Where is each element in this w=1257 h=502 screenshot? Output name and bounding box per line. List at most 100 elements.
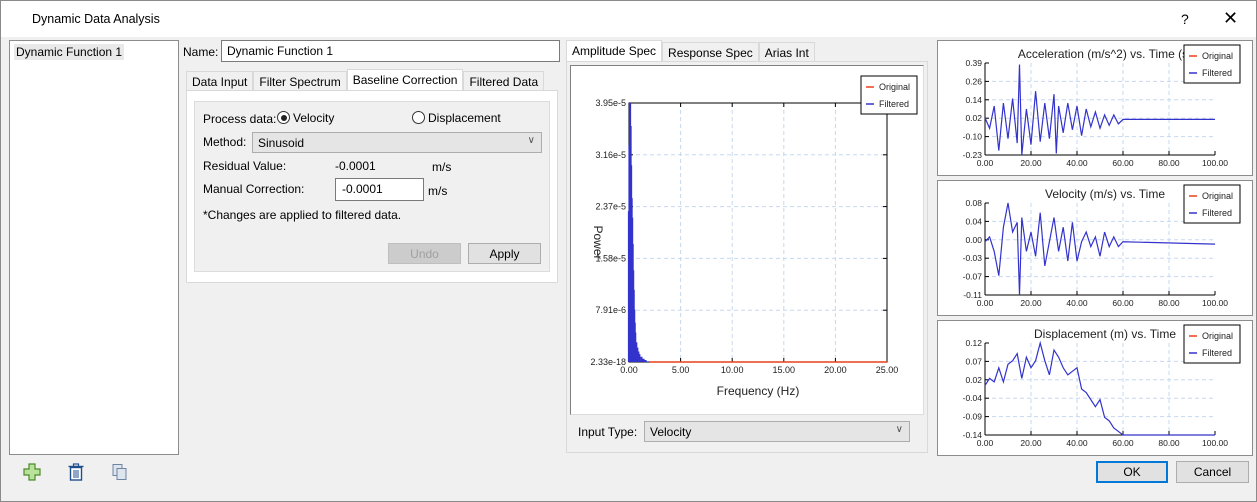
close-button[interactable]: ✕ — [1223, 8, 1238, 29]
x-tick-label: 20.00 — [824, 365, 847, 375]
x-tick-label: 100.00 — [1202, 438, 1228, 448]
window-title: Dynamic Data Analysis — [32, 12, 160, 26]
y-tick-label: -0.23 — [963, 150, 983, 160]
x-tick-label: 25.00 — [876, 365, 899, 375]
legend-label-filtered: Filtered — [879, 99, 909, 109]
x-tick-label: 80.00 — [1158, 438, 1180, 448]
undo-button[interactable]: Undo — [388, 243, 461, 264]
input-type-label: Input Type: — [578, 425, 638, 439]
velocity-radio[interactable]: Velocity — [277, 111, 334, 125]
radio-checked-icon — [277, 111, 290, 124]
manual-correction-unit: m/s — [428, 184, 448, 198]
y-tick-label: -0.04 — [963, 393, 983, 403]
spectrum-tabs: Amplitude Spec Response Spec Arias Int — [566, 40, 815, 61]
radio-unchecked-icon — [412, 111, 425, 124]
y-tick-label: 0.00 — [965, 235, 982, 245]
tab-filter-spectrum[interactable]: Filter Spectrum — [253, 71, 347, 90]
chart-title: Velocity (m/s) vs. Time — [1045, 187, 1165, 201]
residual-value: -0.0001 — [335, 159, 376, 173]
x-tick-label: 80.00 — [1158, 298, 1180, 308]
tab-baseline-correction[interactable]: Baseline Correction — [346, 69, 464, 90]
y-tick-label: 2.37e-5 — [595, 202, 626, 212]
analysis-tabs: Data Input Filter Spectrum Baseline Corr… — [186, 69, 545, 90]
baseline-group: Process data: Velocity Displacement Meth… — [194, 101, 550, 272]
legend-label-filtered: Filtered — [1202, 208, 1232, 218]
changes-note: *Changes are applied to filtered data. — [203, 208, 402, 222]
legend-label-original: Original — [1202, 331, 1233, 341]
cancel-button[interactable]: Cancel — [1176, 461, 1249, 483]
y-tick-label: 3.95e-5 — [595, 98, 626, 108]
velocity-radio-label: Velocity — [293, 111, 335, 125]
legend-label-original: Original — [1202, 191, 1233, 201]
y-tick-label: 0.02 — [965, 375, 982, 385]
input-type-value: Velocity — [650, 425, 692, 439]
chart-title: Acceleration (m/s^2) vs. Time (s) — [1018, 47, 1192, 61]
y-tick-label: 0.02 — [965, 113, 982, 123]
displacement-radio-label: Displacement — [428, 111, 501, 125]
legend-label-filtered: Filtered — [1202, 68, 1232, 78]
y-tick-label: -0.03 — [963, 253, 983, 263]
baseline-correction-panel: Process data: Velocity Displacement Meth… — [186, 90, 558, 283]
y-tick-label: 2.33e-18 — [590, 357, 626, 367]
chart-title: Displacement (m) vs. Time — [1034, 327, 1176, 341]
displacement-chart-panel: 0.00 20.00 40.00 60.00 80.00 100.00 -0.14 -0.09… — [937, 320, 1253, 456]
legend-label-filtered: Filtered — [1202, 348, 1232, 358]
displacement-chart: 0.00 20.00 40.00 60.00 80.00 100.00-0.14-0.09… — [963, 324, 1241, 448]
y-axis-label: Power — [591, 225, 605, 259]
y-tick-label: -0.09 — [963, 412, 983, 422]
tab-amplitude-spec[interactable]: Amplitude Spec — [566, 40, 663, 61]
y-tick-label: 0.26 — [965, 76, 982, 86]
acceleration-chart-panel: 0.00 20.00 40.00 60.00 80.00 100.00 -0.23 -0.10… — [937, 40, 1253, 176]
chevron-down-icon: ∨ — [527, 135, 535, 146]
input-type-select[interactable]: Velocity ∨ — [644, 421, 910, 442]
x-axis-label: Frequency (Hz) — [717, 384, 800, 398]
series-line-filtered — [984, 64, 1215, 156]
y-tick-label: 0.04 — [965, 216, 982, 226]
legend-label-original: Original — [879, 82, 910, 92]
y-tick-label: -0.11 — [963, 290, 982, 300]
apply-button[interactable]: Apply — [468, 243, 541, 264]
displacement-radio[interactable]: Displacement — [412, 111, 501, 125]
method-value: Sinusoid — [258, 136, 305, 150]
trash-icon[interactable] — [67, 463, 85, 481]
process-data-label: Process data: — [203, 112, 277, 126]
legend-label-original: Original — [1202, 51, 1233, 61]
tab-filtered-data[interactable]: Filtered Data — [463, 71, 545, 90]
y-tick-label: -0.10 — [963, 132, 983, 142]
copy-icon[interactable] — [111, 463, 129, 481]
functions-list[interactable]: Dynamic Function 1 — [9, 40, 179, 455]
x-tick-label: 80.00 — [1158, 158, 1180, 168]
x-tick-label: 100.00 — [1202, 158, 1228, 168]
x-tick-label: 40.00 — [1066, 158, 1088, 168]
y-tick-label: -0.07 — [963, 272, 983, 282]
amplitude-spectrum-chart: 0.00 5.00 10.00 15.00 20.00 25.002.33e-187.91… — [590, 75, 918, 398]
acceleration-chart: 0.00 20.00 40.00 60.00 80.00 100.00-0.23-0.10… — [963, 44, 1241, 168]
velocity-chart: 0.00 20.00 40.00 60.00 80.00 100.00 -0.11 -0.07… — [963, 184, 1241, 308]
name-input[interactable]: Dynamic Function 1 — [221, 40, 560, 62]
x-tick-label: 10.00 — [721, 365, 744, 375]
y-tick-label: -0.14 — [963, 430, 983, 440]
x-tick-label: 20.00 — [1020, 158, 1042, 168]
x-tick-label: 20.00 — [1020, 438, 1042, 448]
tab-arias-int[interactable]: Arias Int — [758, 42, 815, 61]
velocity-chart-panel: 0.00 20.00 40.00 60.00 80.00 100.00 -0.11 -0.07… — [937, 180, 1253, 316]
plot-frame — [628, 102, 888, 363]
y-tick-label: 0.39 — [965, 58, 982, 68]
ok-button[interactable]: OK — [1096, 461, 1168, 483]
list-item[interactable]: Dynamic Function 1 — [14, 44, 125, 60]
y-tick-label: 0.12 — [965, 338, 982, 348]
manual-correction-input[interactable]: -0.0001 — [335, 178, 424, 201]
name-label: Name: — [183, 45, 219, 59]
tab-response-spec[interactable]: Response Spec — [662, 42, 759, 61]
x-tick-label: 5.00 — [672, 365, 690, 375]
add-icon[interactable] — [23, 463, 41, 481]
x-tick-label: 20.00 — [1020, 298, 1042, 308]
amplitude-chart-area: 0.00 5.00 10.00 15.00 20.00 25.00 2.33e-18 7.91… — [570, 65, 924, 415]
method-select[interactable]: Sinusoid ∨ — [252, 132, 542, 153]
tab-data-input[interactable]: Data Input — [186, 71, 254, 90]
help-button[interactable]: ? — [1181, 11, 1189, 27]
y-tick-label: 3.16e-5 — [595, 150, 626, 160]
dialog-window: Dynamic Data Analysis ? ✕ Dynamic Functi… — [0, 0, 1257, 502]
amplitude-spec-panel: 0.00 5.00 10.00 15.00 20.00 25.00 2.33e-18 7.91… — [566, 61, 928, 453]
chevron-down-icon: ∨ — [895, 424, 903, 435]
